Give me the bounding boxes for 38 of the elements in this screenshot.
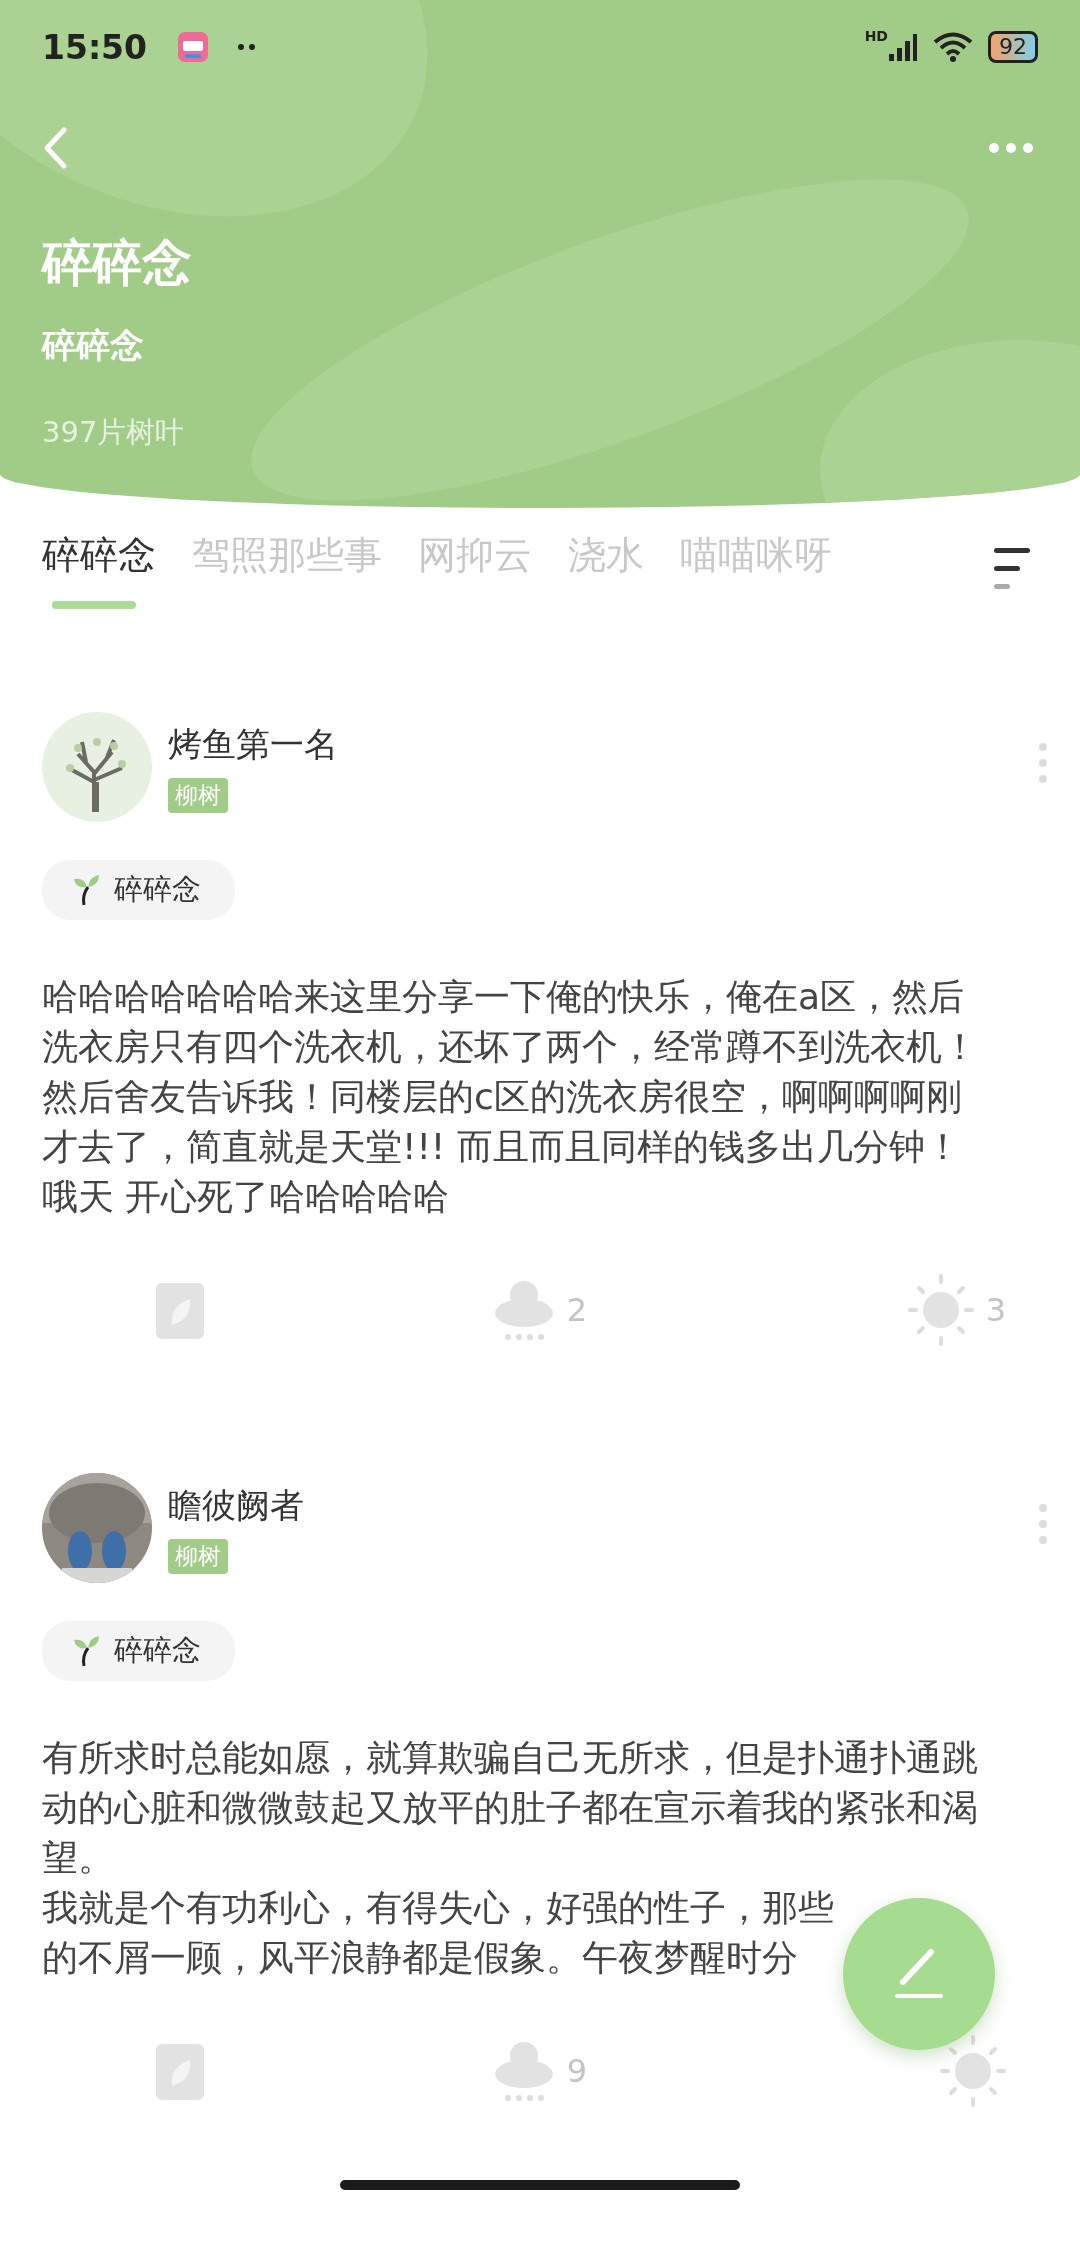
- topic-label: 碎碎念: [114, 1632, 201, 1669]
- topic-chip[interactable]: 碎碎念: [42, 860, 235, 920]
- post-text: 我就是个有功利心，有得失心，好强的性子，那些: [42, 1886, 834, 1930]
- home-indicator[interactable]: [340, 2180, 740, 2190]
- comment-count: 2: [566, 1291, 588, 1329]
- post-text: 的不屑一顾，风平浪静都是假象。午夜梦醒时分: [42, 1936, 798, 1980]
- topic-label: 碎碎念: [114, 871, 201, 908]
- signal-icon: [888, 32, 918, 62]
- network-type: HD: [864, 28, 888, 44]
- wifi-icon: [932, 31, 974, 63]
- more-icon[interactable]: [1038, 742, 1048, 784]
- sun-icon[interactable]: [907, 1274, 974, 1346]
- level-badge: 柳树: [168, 1539, 228, 1574]
- post-text: 哈哈哈哈哈哈哈来这里分享一下俺的快乐，俺在a区，然后洗衣房只有四个洗衣机，还坏了两个，经常蹲不到洗衣机！然后舍友告诉我！同楼层的c区的洗衣房很空，啊啊啊啊刚才去了，简直就是天堂!!! 而且而且同样的钱多出几分钟！哦天 开心死了哈哈哈哈哈: [42, 975, 979, 1219]
- app-notification-icon: [177, 31, 210, 63]
- back-icon[interactable]: [42, 126, 68, 170]
- page-title: 碎碎念: [42, 233, 193, 294]
- post-text: 有所求时总能如愿，就算欺骗自己无所求，但是扑通扑通跳动的心脏和微微鼓起又放平的肚子都在宣示着我的紧张和渴望。: [42, 1736, 979, 1880]
- tab[interactable]: 碎碎念: [42, 529, 156, 609]
- more-notifications-icon: [237, 43, 258, 51]
- status-time: 15:50: [42, 27, 148, 67]
- level-badge: 柳树: [168, 778, 228, 813]
- sprout-icon: [72, 873, 100, 907]
- topic-chip[interactable]: 碎碎念: [42, 1621, 235, 1681]
- author-name[interactable]: 烤鱼第一名: [168, 722, 338, 768]
- leaf-count: 397片树叶: [42, 414, 186, 451]
- compose-button[interactable]: [843, 1898, 995, 2050]
- more-icon[interactable]: [1038, 1503, 1048, 1545]
- author-name[interactable]: 瞻彼阙者: [168, 1483, 304, 1529]
- like-count: 3: [985, 1291, 1006, 1329]
- battery-indicator: 92: [988, 31, 1038, 63]
- sun-icon[interactable]: [940, 2035, 1006, 2107]
- tree-avatar[interactable]: [42, 712, 152, 822]
- menu-icon[interactable]: [992, 546, 1032, 592]
- sprout-icon: [72, 1634, 100, 1668]
- more-icon[interactable]: [988, 142, 1034, 154]
- comment-count: 9: [566, 2052, 588, 2090]
- page-subtitle: 碎碎念: [42, 324, 145, 367]
